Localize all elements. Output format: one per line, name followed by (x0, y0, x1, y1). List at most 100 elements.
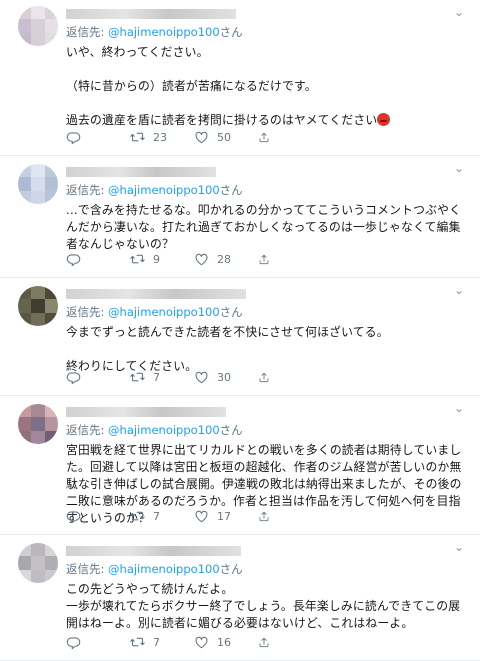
tweet[interactable]: ⌄ 返信先: @hajimenoippo100さん ...で含みを持たせるな。叩… (0, 156, 480, 278)
reply-button[interactable] (66, 130, 130, 145)
share-button[interactable] (258, 252, 278, 267)
retweet-count: 23 (153, 131, 167, 144)
reply-handle-link[interactable]: @hajimenoippo100 (108, 305, 220, 319)
reply-icon (66, 132, 81, 145)
tweet-actions: 7 17 (66, 509, 278, 524)
tweet[interactable]: ⌄ 返信先: @hajimenoippo100さん 宮田戦を経て世界に出てリカル… (0, 396, 480, 535)
avatar-pixel (44, 19, 58, 33)
avatar-pixel (31, 312, 45, 326)
retweet-icon (130, 132, 145, 142)
chevron-down-icon[interactable]: ⌄ (454, 541, 464, 553)
avatar-pixel (31, 19, 45, 33)
reply-handle-link[interactable]: @hajimenoippo100 (108, 25, 220, 39)
reply-suffix: さん (219, 25, 243, 39)
avatar-pixel (44, 556, 58, 570)
heart-icon (195, 131, 208, 144)
reply-prefix: 返信先: (66, 562, 109, 576)
avatar-pixel (31, 569, 45, 583)
retweet-button[interactable]: 7 (130, 370, 194, 385)
retweet-button[interactable]: 23 (130, 130, 194, 145)
user-row (66, 164, 466, 180)
chevron-down-icon[interactable]: ⌄ (454, 402, 464, 414)
tweet-text: この先どうやって続けんだよ。 一歩が壊れてたらボクサー終了でしょう。長年楽しみに… (66, 582, 461, 630)
avatar-pixel (44, 417, 58, 431)
retweet-button[interactable]: 7 (130, 509, 194, 524)
reply-icon (66, 637, 81, 650)
like-button[interactable]: 30 (194, 370, 258, 385)
avatar[interactable] (18, 164, 58, 204)
retweet-count: 9 (153, 253, 160, 266)
avatar-pixel (44, 6, 58, 20)
avatar-pixel (18, 32, 32, 46)
avatar-pixel (44, 190, 58, 204)
tweet-actions: 7 16 (66, 635, 278, 650)
reply-to-line: 返信先: @hajimenoippo100さん (66, 182, 466, 198)
avatar-pixel (18, 299, 32, 313)
reply-button[interactable] (66, 635, 130, 650)
avatar-pixel (44, 404, 58, 418)
like-button[interactable]: 50 (194, 130, 258, 145)
reply-button[interactable] (66, 509, 130, 524)
angry-face-icon (377, 113, 391, 126)
retweet-count: 7 (153, 636, 160, 649)
chevron-down-icon[interactable]: ⌄ (454, 6, 464, 18)
tweet[interactable]: ⌄ 返信先: @hajimenoippo100さん 今までずっと読んできた読者を… (0, 278, 480, 396)
reply-to-line: 返信先: @hajimenoippo100さん (66, 422, 466, 438)
reply-prefix: 返信先: (66, 423, 109, 437)
like-button[interactable]: 17 (194, 509, 258, 524)
avatar-pixel (31, 404, 45, 418)
avatar-pixel (31, 556, 45, 570)
tweet-text: いや、終わってください。 （特に昔からの）読者が苦痛になるだけです。 過去の遺産… (66, 44, 466, 129)
retweet-icon (130, 254, 145, 264)
avatar-pixel (31, 417, 45, 431)
reply-suffix: さん (219, 562, 243, 576)
avatar-pixel (44, 569, 58, 583)
share-button[interactable] (258, 130, 278, 145)
retweet-button[interactable]: 9 (130, 252, 194, 267)
tweet-text: 今までずっと読んできた読者を不快にさせて何ほざいてる。 終わりにしてください。 (66, 325, 389, 373)
tweet-actions: 7 30 (66, 370, 278, 385)
like-count: 28 (217, 253, 231, 266)
avatar-pixel (18, 404, 32, 418)
chevron-down-icon[interactable]: ⌄ (454, 162, 464, 174)
tweet[interactable]: ⌄ 返信先: @hajimenoippo100さん この先どうやって続けんだよ。… (0, 535, 480, 661)
chevron-down-icon[interactable]: ⌄ (454, 284, 464, 296)
avatar-pixel (18, 19, 32, 33)
avatar-pixel (18, 6, 32, 20)
share-button[interactable] (258, 635, 278, 650)
avatar-pixel (18, 430, 32, 444)
avatar-pixel (31, 430, 45, 444)
avatar-pixel (31, 164, 45, 178)
like-count: 30 (217, 371, 231, 384)
share-button[interactable] (258, 370, 278, 385)
reply-suffix: さん (219, 423, 243, 437)
avatar[interactable] (18, 404, 58, 444)
like-button[interactable]: 28 (194, 252, 258, 267)
user-row (66, 404, 466, 420)
avatar[interactable] (18, 543, 58, 583)
share-icon (259, 637, 269, 648)
avatar-pixel (18, 312, 32, 326)
like-count: 50 (217, 131, 231, 144)
reply-handle-link[interactable]: @hajimenoippo100 (108, 562, 220, 576)
heart-icon (195, 510, 208, 523)
avatar-pixel (44, 299, 58, 313)
avatar-pixel (18, 286, 32, 300)
retweet-button[interactable]: 7 (130, 635, 194, 650)
reply-button[interactable] (66, 370, 130, 385)
heart-icon (195, 636, 208, 649)
share-button[interactable] (258, 509, 278, 524)
avatar-pixel (44, 164, 58, 178)
reply-handle-link[interactable]: @hajimenoippo100 (108, 183, 220, 197)
avatar-pixel (31, 543, 45, 557)
username-redacted (66, 289, 246, 299)
avatar-pixel (31, 6, 45, 20)
reply-button[interactable] (66, 252, 130, 267)
avatar[interactable] (18, 286, 58, 326)
reply-handle-link[interactable]: @hajimenoippo100 (108, 423, 220, 437)
retweet-icon (130, 511, 145, 521)
tweet[interactable]: ⌄ 返信先: @hajimenoippo100さん いや、終わってください。 （… (0, 0, 480, 156)
avatar[interactable] (18, 6, 58, 46)
avatar-pixel (31, 190, 45, 204)
like-button[interactable]: 16 (194, 635, 258, 650)
